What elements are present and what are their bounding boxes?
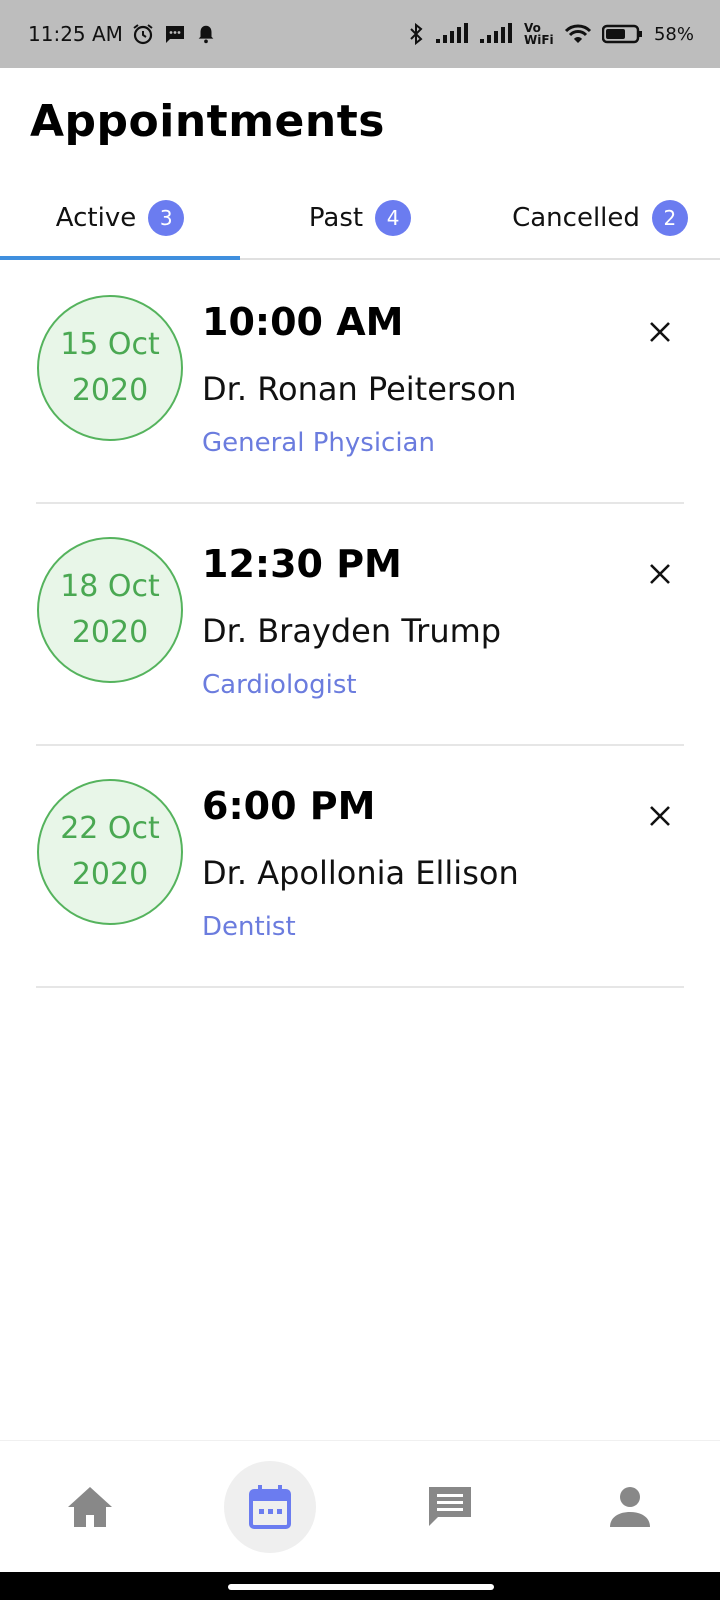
battery-icon	[601, 23, 644, 45]
home-gesture-handle[interactable]	[228, 1584, 494, 1590]
date-year: 2020	[71, 615, 149, 650]
status-time: 11:25 AM	[28, 22, 123, 46]
tab-label: Past	[308, 203, 364, 233]
close-icon	[650, 564, 670, 584]
doctor-specialty: Dentist	[202, 912, 296, 942]
nav-appointments[interactable]	[224, 1460, 316, 1553]
appointment-time: 12:30 PM	[202, 542, 402, 586]
appointment-time: 6:00 PM	[202, 784, 376, 828]
tab-past[interactable]: Past 4	[240, 178, 480, 258]
status-bar: 11:25 AM Vo WiFi 58%	[0, 0, 720, 68]
appointment-card[interactable]: 18 Oct 2020 12:30 PM Dr. Brayden Trump C…	[36, 504, 684, 746]
tab-active[interactable]: Active 3	[0, 178, 240, 260]
notification-bell-icon	[195, 23, 217, 45]
date-year: 2020	[71, 857, 149, 892]
vowifi-label: Vo WiFi	[523, 21, 554, 47]
cancel-appointment-button[interactable]	[642, 798, 678, 834]
page-title: Appointments	[30, 96, 385, 147]
date-circle: 18 Oct 2020	[37, 537, 183, 683]
home-icon	[68, 1486, 112, 1527]
tab-label: Active	[55, 203, 137, 233]
nav-messages[interactable]	[404, 1461, 496, 1553]
appointment-time: 10:00 AM	[202, 300, 404, 344]
tab-cancelled[interactable]: Cancelled 2	[480, 178, 720, 258]
appointment-card[interactable]: 15 Oct 2020 10:00 AM Dr. Ronan Peiterson…	[36, 262, 684, 504]
profile-icon	[610, 1486, 650, 1527]
count-badge: 4	[375, 200, 412, 236]
date-circle: 22 Oct 2020	[37, 779, 183, 925]
doctor-specialty: General Physician	[202, 428, 435, 458]
battery-percent: 58%	[653, 23, 694, 45]
cancel-appointment-button[interactable]	[642, 314, 678, 350]
bottom-navigation	[0, 1440, 720, 1572]
status-left: 11:25 AM	[28, 22, 217, 46]
date-day: 22 Oct	[60, 811, 160, 846]
bluetooth-icon	[406, 22, 426, 46]
signal-icon	[479, 23, 514, 45]
chat-icon	[429, 1486, 471, 1526]
status-right: Vo WiFi 58%	[406, 22, 694, 46]
appointment-list: 15 Oct 2020 10:00 AM Dr. Ronan Peiterson…	[36, 262, 684, 988]
date-day: 15 Oct	[60, 327, 160, 362]
date-year: 2020	[71, 373, 149, 408]
count-badge: 3	[148, 200, 185, 236]
doctor-name: Dr. Brayden Trump	[202, 612, 502, 650]
alarm-icon	[131, 22, 155, 46]
appointment-card[interactable]: 22 Oct 2020 6:00 PM Dr. Apollonia Elliso…	[36, 746, 684, 988]
signal-icon	[435, 23, 470, 45]
date-circle: 15 Oct 2020	[37, 295, 183, 441]
nav-home[interactable]	[44, 1461, 136, 1553]
doctor-specialty: Cardiologist	[202, 670, 357, 700]
wifi-icon	[564, 23, 592, 45]
calendar-icon	[249, 1484, 291, 1529]
doctor-name: Dr. Ronan Peiterson	[202, 370, 517, 408]
date-day: 18 Oct	[60, 569, 160, 604]
count-badge: 2	[651, 200, 688, 236]
system-gesture-bar	[0, 1572, 720, 1600]
doctor-name: Dr. Apollonia Ellison	[202, 854, 519, 892]
nav-profile[interactable]	[584, 1461, 676, 1553]
cancel-appointment-button[interactable]	[642, 556, 678, 592]
appointments-screen: 11:25 AM Vo WiFi 58% Appointments Active…	[0, 0, 720, 1600]
close-icon	[650, 806, 670, 826]
tab-label: Cancelled	[512, 203, 640, 233]
tab-bar: Active 3 Past 4 Cancelled 2	[0, 178, 720, 260]
message-icon	[163, 22, 187, 46]
close-icon	[650, 322, 670, 342]
